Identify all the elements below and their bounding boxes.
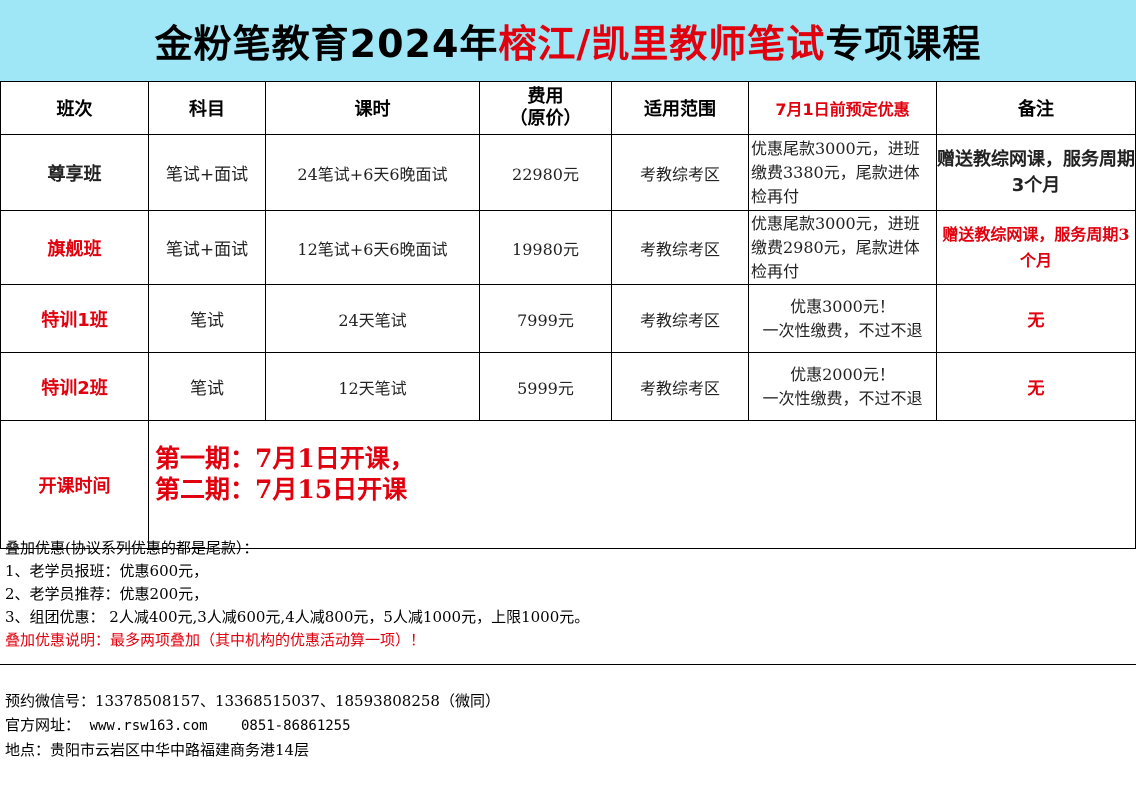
discount-item: 3、组团优惠： 2人减400元,3人减600元,4人减800元，5人减1000元… [5,608,590,626]
discount-item: 1、老学员报班：优惠600元， [5,562,209,580]
row-fee: 5999元 [479,352,612,421]
wechat-numbers: 13378508157、13368515037、18593808258（微同） [95,692,500,710]
table-row: 旗舰班 笔试+面试 12笔试+6天6晚面试 19980元 考教综考区 优惠尾款3… [0,210,1136,285]
header-fee: 费用 （原价） [479,81,612,135]
website-line: 官方网址： www.rsw163.com 0851-86861255 [5,713,1136,738]
phone-number: 0851-86861255 [240,718,351,734]
table-header-row: 班次 科目 课时 费用 （原价） 适用范围 7月1日前预定优惠 备注 [0,81,1136,135]
header-hours: 课时 [265,81,480,135]
schedule-line1: 第一期：7月1日开课， [155,444,415,473]
row-discount-line1: 优惠3000元！ [790,296,895,316]
header-subject: 科目 [148,81,266,135]
row-scope: 考教综考区 [611,134,749,211]
row-discount: 优惠3000元！ 一次性缴费，不过不退 [748,284,937,353]
row-class: 特训2班 [0,352,149,421]
row-remark: 赠送教综网课，服务周期3个月 [936,134,1136,211]
row-subject: 笔试+面试 [148,134,266,211]
title-prefix: 金粉笔教育2024年 [154,22,499,66]
header-class: 班次 [0,81,149,135]
title-suffix: 专项课程 [825,22,982,66]
row-fee: 22980元 [479,134,612,211]
row-hours: 12笔试+6天6晚面试 [265,210,480,285]
row-subject: 笔试 [148,352,266,421]
row-subject: 笔试 [148,284,266,353]
discount-heading: 叠加优惠(协议系列优惠的都是尾款）： [5,539,259,557]
discount-item: 2、老学员推荐：优惠200元， [5,585,209,603]
row-class: 尊享班 [0,134,149,211]
address-line: 地点：贵阳市云岩区中华中路福建商务港14层 [5,738,1136,762]
discount-note: 叠加优惠说明：最多两项叠加（其中机构的优惠活动算一项）！ [5,631,426,649]
schedule-line2: 第二期：7月15日开课 [155,475,408,504]
row-fee: 7999元 [479,284,612,353]
row-discount: 优惠尾款3000元，进班缴费3380元，尾款进体检再付 [748,134,937,211]
row-remark: 无 [936,352,1136,421]
website-link[interactable]: www.rsw163.com [90,718,208,734]
row-remark: 赠送教综网课，服务周期3个月 [936,210,1136,285]
row-hours: 12天笔试 [265,352,480,421]
row-fee: 19980元 [479,210,612,285]
row-discount: 优惠尾款3000元，进班缴费2980元，尾款进体检再付 [748,210,937,285]
table-row: 尊享班 笔试+面试 24笔试+6天6晚面试 22980元 考教综考区 优惠尾款3… [0,134,1136,211]
header-fee-line1: 费用 [527,86,564,107]
row-discount-line2: 一次性缴费，不过不退 [762,388,923,408]
wechat-line: 预约微信号：13378508157、13368515037、1859380825… [5,689,1136,713]
row-discount-line1: 优惠2000元！ [790,364,895,384]
course-table: 班次 科目 课时 费用 （原价） 适用范围 7月1日前预定优惠 备注 尊享班 笔… [0,81,1136,549]
row-subject: 笔试+面试 [148,210,266,285]
header-fee-line2: （原价） [509,108,582,129]
row-discount: 优惠2000元！ 一次性缴费，不过不退 [748,352,937,421]
row-class: 特训1班 [0,284,149,353]
header-scope: 适用范围 [611,81,749,135]
website-label: 官方网址： [5,716,81,734]
row-hours: 24天笔试 [265,284,480,353]
table-row: 特训1班 笔试 24天笔试 7999元 考教综考区 优惠3000元！ 一次性缴费… [0,284,1136,353]
row-scope: 考教综考区 [611,352,749,421]
row-scope: 考教综考区 [611,210,749,285]
contact-info: 预约微信号：13378508157、13368515037、1859380825… [0,665,1136,762]
header-presale: 7月1日前预定优惠 [748,81,937,135]
wechat-label: 预约微信号： [5,692,96,710]
row-class: 旗舰班 [0,210,149,285]
row-hours: 24笔试+6天6晚面试 [265,134,480,211]
title-highlight: 榕江/凯里教师笔试 [498,22,826,66]
course-flyer: 金粉笔教育2024年 榕江/凯里教师笔试 专项课程 班次 科目 课时 费用 （原价）… [0,0,1136,785]
header-remark: 备注 [936,81,1136,135]
address-value: 贵阳市云岩区中华中路福建商务港14层 [50,741,310,759]
row-remark: 无 [936,284,1136,353]
page-title: 金粉笔教育2024年 榕江/凯里教师笔试 专项课程 [0,0,1136,82]
row-discount-line2: 一次性缴费，不过不退 [762,320,923,340]
stacked-discounts: 叠加优惠(协议系列优惠的都是尾款）： 1、老学员报班：优惠600元， 2、老学员… [0,522,1136,665]
table-row: 特训2班 笔试 12天笔试 5999元 考教综考区 优惠2000元！ 一次性缴费… [0,352,1136,421]
address-label: 地点： [5,741,51,759]
row-scope: 考教综考区 [611,284,749,353]
